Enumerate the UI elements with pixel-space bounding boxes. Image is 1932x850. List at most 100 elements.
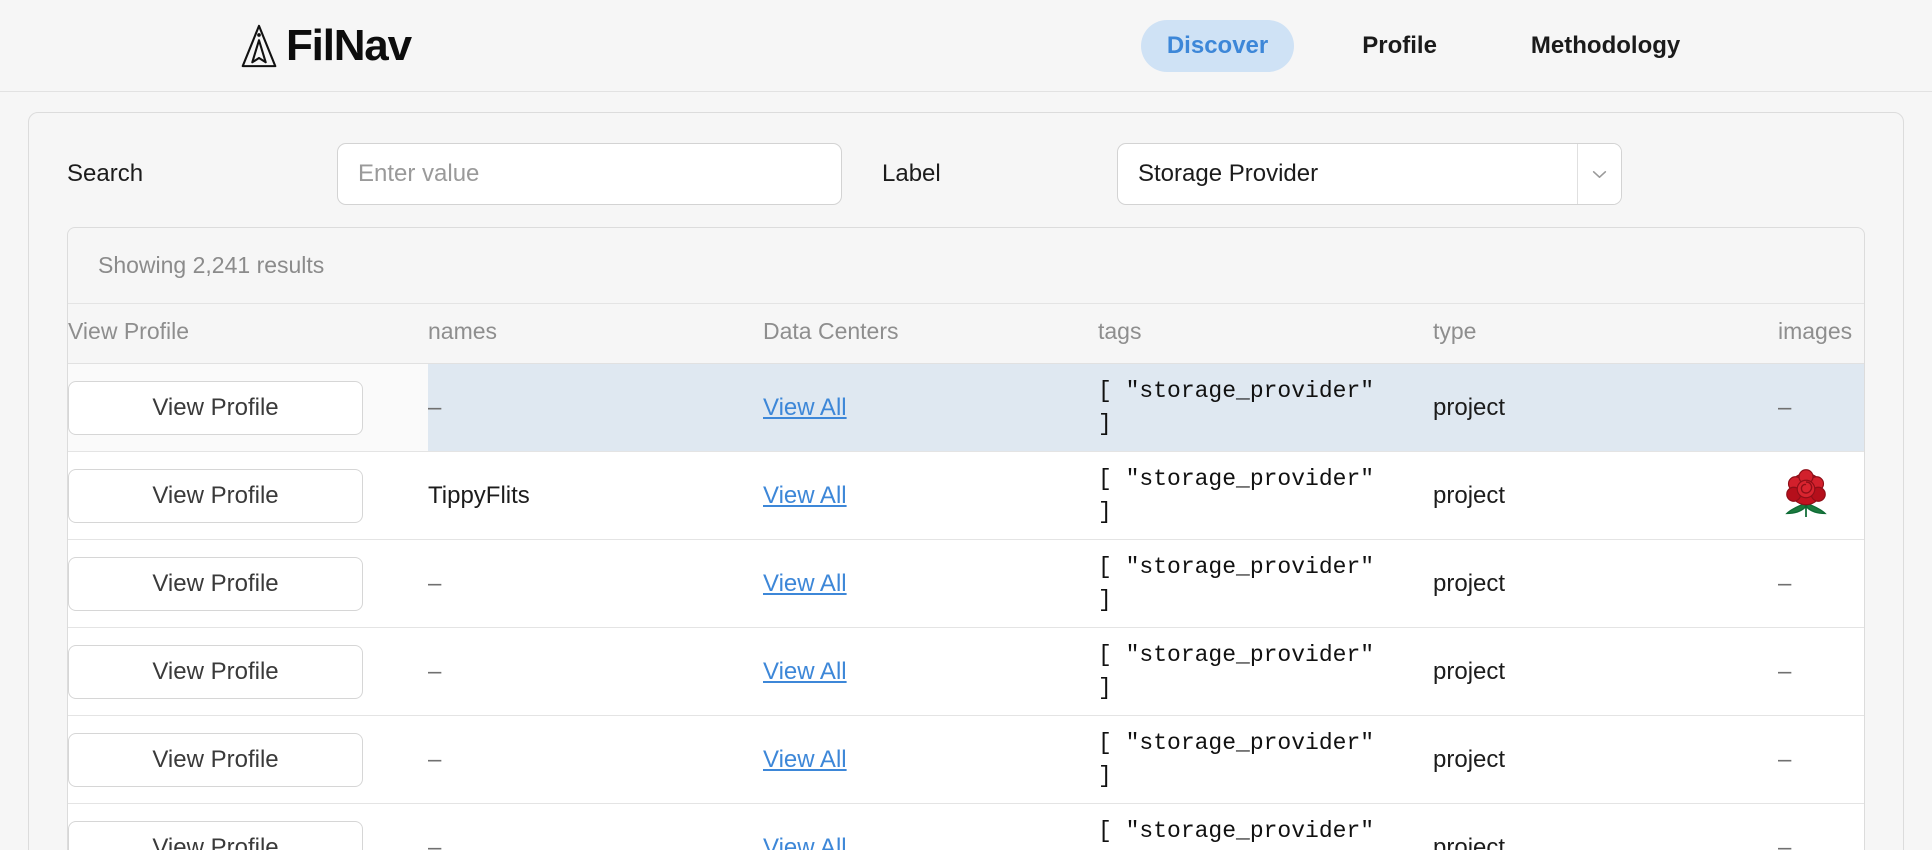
- cell-names: –: [428, 715, 763, 804]
- results-container: Showing 2,241 results View Profile names…: [67, 227, 1865, 850]
- name-value: TippyFlits: [428, 481, 530, 509]
- label-select-value: Storage Provider: [1138, 160, 1319, 187]
- cell-type: project: [1433, 715, 1778, 804]
- view-all-link[interactable]: View All: [763, 834, 847, 850]
- cell-view-profile: View Profile: [68, 539, 428, 628]
- table-row[interactable]: View Profile – View All [ "storage_provider…: [68, 715, 1864, 804]
- type-value: project: [1433, 569, 1506, 597]
- column-header-data-centers[interactable]: Data Centers: [763, 304, 1098, 364]
- view-profile-button[interactable]: View Profile: [68, 732, 363, 787]
- tags-value: [ "storage_provider" ]: [1098, 465, 1375, 525]
- type-value: project: [1433, 745, 1506, 773]
- view-all-link[interactable]: View All: [763, 570, 847, 597]
- table-header-row: View Profile names Data Centers tags typ…: [68, 304, 1864, 364]
- label-field-label: Label: [882, 160, 941, 187]
- cell-type: project: [1433, 363, 1778, 452]
- brand-logo[interactable]: FilNav: [236, 20, 412, 70]
- cell-view-profile: View Profile: [68, 715, 428, 804]
- view-profile-button[interactable]: View Profile: [68, 468, 363, 523]
- view-all-link[interactable]: View All: [763, 746, 847, 773]
- compass-navigation-icon: [236, 23, 282, 69]
- cell-data-centers: View All: [763, 715, 1098, 804]
- table-row[interactable]: View Profile – View All [ "storage_provider…: [68, 803, 1864, 850]
- cell-type: project: [1433, 451, 1778, 540]
- empty-placeholder: –: [428, 745, 442, 773]
- discover-panel: Search Label Storage Provider Showing 2,…: [28, 112, 1904, 850]
- type-value: project: [1433, 481, 1506, 509]
- main-navigation: Discover Profile Methodology: [1140, 19, 1706, 72]
- view-all-link[interactable]: View All: [763, 658, 847, 685]
- cell-names: –: [428, 539, 763, 628]
- tags-value: [ "storage_provider" ]: [1098, 377, 1375, 437]
- cell-view-profile: View Profile: [68, 363, 428, 452]
- chevron-down-icon[interactable]: [1577, 144, 1621, 204]
- nav-item-discover[interactable]: Discover: [1140, 19, 1295, 72]
- cell-data-centers: View All: [763, 539, 1098, 628]
- cell-data-centers: View All: [763, 363, 1098, 452]
- cell-names: TippyFlits: [428, 451, 763, 540]
- nav-item-profile[interactable]: Profile: [1336, 20, 1463, 72]
- nav-item-methodology[interactable]: Methodology: [1505, 20, 1706, 72]
- cell-type: project: [1433, 627, 1778, 716]
- view-profile-button[interactable]: View Profile: [68, 644, 363, 699]
- cell-images: –: [1778, 363, 1864, 452]
- cell-type: project: [1433, 803, 1778, 850]
- empty-placeholder: –: [1778, 393, 1792, 421]
- view-profile-button[interactable]: View Profile: [68, 820, 363, 850]
- empty-placeholder: –: [1778, 745, 1792, 773]
- cell-tags: [ "storage_provider" ]: [1098, 715, 1433, 804]
- empty-placeholder: –: [1778, 657, 1792, 685]
- rose-logo-image: [1778, 468, 1864, 524]
- type-value: project: [1433, 657, 1506, 685]
- cell-images: –: [1778, 539, 1864, 628]
- site-header: FilNav Discover Profile Methodology: [0, 0, 1932, 92]
- cell-view-profile: View Profile: [68, 451, 428, 540]
- view-profile-button[interactable]: View Profile: [68, 380, 363, 435]
- filter-bar: Search Label Storage Provider: [29, 113, 1903, 227]
- empty-placeholder: –: [428, 569, 442, 597]
- cell-data-centers: View All: [763, 803, 1098, 850]
- column-header-tags[interactable]: tags: [1098, 304, 1433, 364]
- cell-images: –: [1778, 715, 1864, 804]
- cell-view-profile: View Profile: [68, 627, 428, 716]
- type-value: project: [1433, 393, 1506, 421]
- cell-images: –: [1778, 803, 1864, 850]
- cell-images: [1778, 451, 1864, 540]
- type-value: project: [1433, 833, 1506, 850]
- search-input[interactable]: [337, 143, 842, 205]
- view-profile-button[interactable]: View Profile: [68, 556, 363, 611]
- search-label: Search: [67, 160, 144, 187]
- cell-type: project: [1433, 539, 1778, 628]
- cell-view-profile: View Profile: [68, 803, 428, 850]
- column-header-type[interactable]: type: [1433, 304, 1778, 364]
- empty-placeholder: –: [1778, 569, 1792, 597]
- cell-names: –: [428, 803, 763, 850]
- tags-value: [ "storage_provider" ]: [1098, 641, 1375, 701]
- table-row[interactable]: View Profile – View All [ "storage_provider…: [68, 539, 1864, 628]
- view-all-link[interactable]: View All: [763, 482, 847, 509]
- column-header-images[interactable]: images: [1778, 304, 1864, 364]
- empty-placeholder: –: [428, 393, 442, 421]
- tags-value: [ "storage_provider" ]: [1098, 817, 1375, 844]
- cell-names: –: [428, 627, 763, 716]
- label-select[interactable]: Storage Provider: [1117, 143, 1622, 205]
- cell-tags: [ "storage_provider" ]: [1098, 803, 1433, 850]
- brand-name: FilNav: [286, 20, 412, 70]
- cell-images: –: [1778, 627, 1864, 716]
- cell-names: –: [428, 363, 763, 452]
- column-header-view-profile[interactable]: View Profile: [68, 304, 428, 364]
- table-row[interactable]: View Profile – View All [ "storage_provider…: [68, 627, 1864, 716]
- table-row[interactable]: View Profile TippyFlits View All [ "storage…: [68, 451, 1864, 540]
- empty-placeholder: –: [1778, 833, 1792, 850]
- cell-tags: [ "storage_provider" ]: [1098, 627, 1433, 716]
- view-all-link[interactable]: View All: [763, 394, 847, 421]
- results-count: Showing 2,241 results: [68, 228, 1864, 304]
- tags-value: [ "storage_provider" ]: [1098, 553, 1375, 613]
- table-body: View Profile – View All [ "storage_provider…: [68, 363, 1864, 850]
- table-row[interactable]: View Profile – View All [ "storage_provider…: [68, 363, 1864, 452]
- cell-tags: [ "storage_provider" ]: [1098, 451, 1433, 540]
- empty-placeholder: –: [428, 657, 442, 685]
- column-header-names[interactable]: names: [428, 304, 763, 364]
- tags-value: [ "storage_provider" ]: [1098, 729, 1375, 789]
- cell-tags: [ "storage_provider" ]: [1098, 539, 1433, 628]
